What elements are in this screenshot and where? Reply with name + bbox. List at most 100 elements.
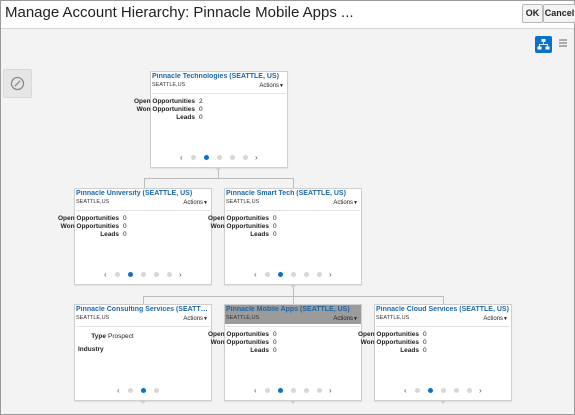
metric-label: Leads xyxy=(250,347,269,354)
connector xyxy=(293,296,294,304)
account-location: SEATTLE,US xyxy=(226,315,260,321)
account-location: SEATTLE,US xyxy=(76,315,110,321)
page-dot[interactable] xyxy=(415,388,420,393)
metric-label: Won Opportunities xyxy=(210,339,269,346)
previous-page-arrow[interactable]: ‹ xyxy=(254,270,257,279)
next-page-arrow[interactable]: › xyxy=(479,386,482,395)
metric-label: Leads xyxy=(176,114,195,121)
page-dot[interactable] xyxy=(128,272,133,277)
metric-label: Leads xyxy=(100,231,119,238)
account-card[interactable]: Pinnacle Consulting Services (SEATTLE, U… xyxy=(74,304,212,401)
card-pager[interactable]: ‹ › xyxy=(375,386,511,395)
org-chart-icon xyxy=(537,39,550,50)
divider xyxy=(226,326,360,327)
navigator-button[interactable] xyxy=(3,69,32,98)
page-dot[interactable] xyxy=(291,272,296,277)
previous-page-arrow[interactable]: ‹ xyxy=(404,386,407,395)
connector xyxy=(293,178,294,188)
page-dot[interactable] xyxy=(304,272,309,277)
account-card[interactable]: Pinnacle Technologies (SEATTLE, US) SEAT… xyxy=(134,71,288,168)
page-dot[interactable] xyxy=(204,155,209,160)
account-name-link[interactable]: Pinnacle Cloud Services (SEATTLE, US) xyxy=(376,306,510,313)
list-icon[interactable] xyxy=(558,38,568,48)
previous-page-arrow[interactable]: ‹ xyxy=(117,386,120,395)
expand-notch xyxy=(139,400,147,404)
caret-down-icon: ▼ xyxy=(279,83,284,89)
card-header: Pinnacle University (SEATTLE, US) SEATTL… xyxy=(75,189,211,208)
metric-value: 0 xyxy=(273,347,277,354)
page-dot[interactable] xyxy=(428,388,433,393)
page-dot[interactable] xyxy=(304,388,309,393)
previous-page-arrow[interactable]: ‹ xyxy=(180,153,183,162)
page-dot[interactable] xyxy=(154,388,159,393)
page-dot[interactable] xyxy=(454,388,459,393)
page-dot[interactable] xyxy=(191,155,196,160)
compass-icon xyxy=(10,76,25,91)
page-dot[interactable] xyxy=(141,388,146,393)
page-dot[interactable] xyxy=(265,272,270,277)
previous-page-arrow[interactable]: ‹ xyxy=(104,270,107,279)
account-name-link[interactable]: Pinnacle University (SEATTLE, US) xyxy=(76,190,210,197)
actions-label: Actions xyxy=(259,83,280,89)
card-pager[interactable]: ‹ › xyxy=(225,270,361,279)
page-dot[interactable] xyxy=(217,155,222,160)
card-pager[interactable]: ‹ xyxy=(75,386,211,395)
actions-label: Actions xyxy=(183,316,204,322)
actions-menu[interactable]: Actions▼ xyxy=(483,316,508,322)
account-name-link[interactable]: Pinnacle Smart Tech (SEATTLE, US) xyxy=(226,190,360,197)
hierarchy-view-button[interactable] xyxy=(535,36,552,53)
page-dot[interactable] xyxy=(291,388,296,393)
card-pager[interactable]: ‹ › xyxy=(225,386,361,395)
expand-notch xyxy=(214,167,222,171)
page-dot[interactable] xyxy=(115,272,120,277)
account-card[interactable]: Pinnacle University (SEATTLE, US) SEATTL… xyxy=(58,188,212,285)
next-page-arrow[interactable]: › xyxy=(329,270,332,279)
actions-menu[interactable]: Actions▼ xyxy=(183,316,208,322)
previous-page-arrow[interactable]: ‹ xyxy=(254,386,257,395)
actions-menu[interactable]: Actions▼ xyxy=(333,200,358,206)
ok-button[interactable]: OK xyxy=(522,4,543,23)
account-name-link[interactable]: Pinnacle Technologies (SEATTLE, US) xyxy=(152,73,286,80)
page-dot[interactable] xyxy=(278,272,283,277)
card-header: Pinnacle Technologies (SEATTLE, US) SEAT… xyxy=(151,72,287,91)
metric-label: Won Opportunities xyxy=(136,106,195,113)
card-header: Pinnacle Smart Tech (SEATTLE, US) SEATTL… xyxy=(225,189,361,208)
next-page-arrow[interactable]: › xyxy=(179,270,182,279)
connector xyxy=(443,296,444,304)
metrics-list: Open Opportunities 2 Won Opportunities 0 L… xyxy=(134,98,287,122)
page-dot[interactable] xyxy=(265,388,270,393)
actions-label: Actions xyxy=(183,200,204,206)
dialog-header: Manage Account Hierarchy: Pinnacle Mobil… xyxy=(1,1,575,27)
page-dot[interactable] xyxy=(167,272,172,277)
expand-notch xyxy=(289,400,297,404)
page-dot[interactable] xyxy=(243,155,248,160)
actions-menu[interactable]: Actions▼ xyxy=(333,316,358,322)
page-dot[interactable] xyxy=(317,272,322,277)
account-name-link[interactable]: Pinnacle Mobile Apps (SEATTLE, US) xyxy=(226,306,360,313)
page-dot[interactable] xyxy=(317,388,322,393)
page-dot[interactable] xyxy=(467,388,472,393)
caret-down-icon: ▼ xyxy=(203,200,208,206)
actions-menu[interactable]: Actions▼ xyxy=(259,83,284,89)
next-page-arrow[interactable]: › xyxy=(255,153,258,162)
account-name-link[interactable]: Pinnacle Consulting Services (SEATTLE, U… xyxy=(76,306,210,313)
field-value: Prospect xyxy=(108,333,134,340)
page-dot[interactable] xyxy=(128,388,133,393)
page-dot[interactable] xyxy=(441,388,446,393)
divider xyxy=(152,93,286,94)
page-dot[interactable] xyxy=(141,272,146,277)
page-dot[interactable] xyxy=(230,155,235,160)
account-card[interactable]: Pinnacle Cloud Services (SEATTLE, US) SE… xyxy=(358,304,512,401)
metrics-list: Open Opportunities 0 Won Opportunities 0 L… xyxy=(358,331,511,355)
caret-down-icon: ▼ xyxy=(203,316,208,322)
card-pager[interactable]: ‹ › xyxy=(151,153,287,162)
account-card-selected[interactable]: Pinnacle Mobile Apps (SEATTLE, US) SEATT… xyxy=(208,304,362,401)
page-dot[interactable] xyxy=(278,388,283,393)
cancel-button[interactable]: Cancel xyxy=(543,4,575,23)
actions-menu[interactable]: Actions▼ xyxy=(183,200,208,206)
next-page-arrow[interactable]: › xyxy=(329,386,332,395)
card-pager[interactable]: ‹ › xyxy=(75,270,211,279)
account-card[interactable]: Pinnacle Smart Tech (SEATTLE, US) SEATTL… xyxy=(208,188,362,285)
page-dot[interactable] xyxy=(154,272,159,277)
metric-value: 0 xyxy=(273,223,277,230)
